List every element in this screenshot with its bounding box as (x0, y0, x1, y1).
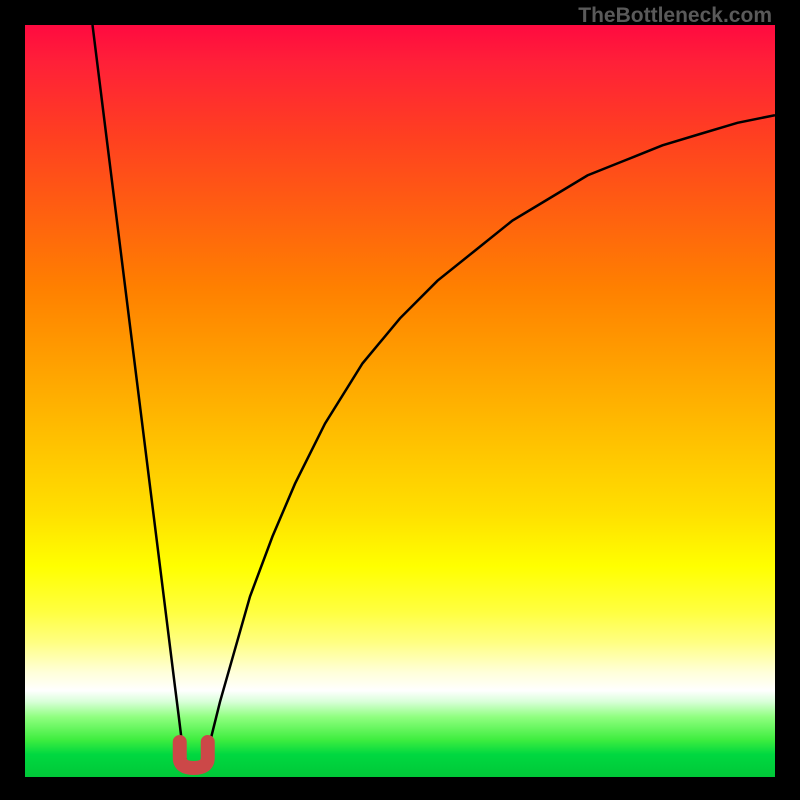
left-curve-branch (93, 25, 187, 762)
right-curve-branch (205, 115, 775, 762)
dip-marker (180, 742, 208, 768)
watermark-text: TheBottleneck.com (578, 4, 772, 28)
chart-gradient-area (25, 25, 775, 777)
chart-curve-svg (25, 25, 775, 777)
